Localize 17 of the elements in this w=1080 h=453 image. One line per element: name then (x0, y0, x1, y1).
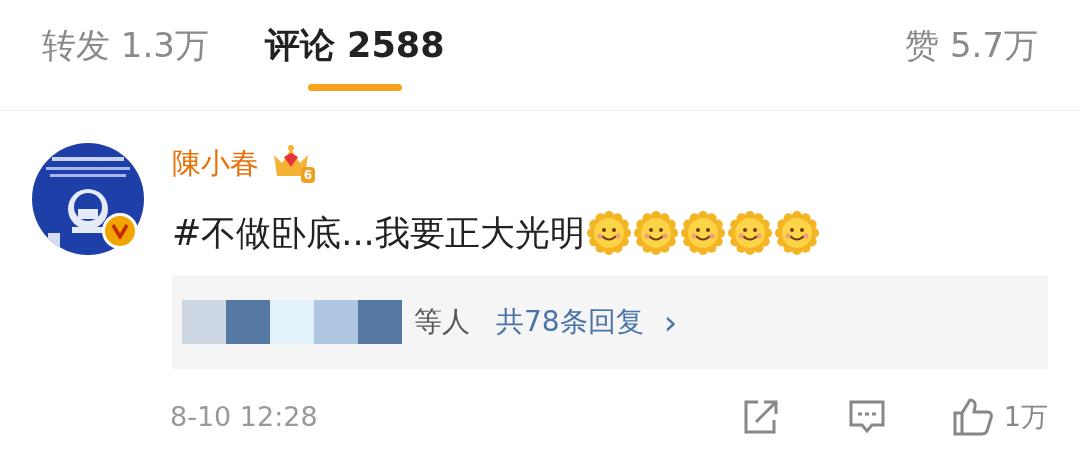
username[interactable]: 陳小春 (172, 148, 259, 178)
like-count: 1万 (1003, 399, 1048, 434)
smiling-sun-icon (633, 211, 678, 255)
timestamp: 8-10 12:28 (170, 399, 318, 434)
tab[interactable]: 赞 5.7万 (905, 28, 1038, 96)
view-replies-link[interactable]: 共78条回复 › (496, 296, 678, 348)
smiling-sun-icon (727, 211, 772, 255)
tab[interactable]: 转发 1.3万 (42, 28, 209, 96)
smiling-sun-icon (586, 211, 631, 255)
replier-suffix: 等人 (414, 304, 470, 340)
tab[interactable]: 评论 2588 (264, 28, 445, 97)
smiling-sun-icon (774, 211, 819, 255)
smiling-sun-icon (680, 211, 725, 255)
level-number: 6 (300, 167, 315, 183)
like-icon[interactable] (951, 397, 994, 437)
comment-icon[interactable] (847, 399, 886, 435)
comment-text: #不做卧底...我要正大光明 (172, 215, 585, 251)
